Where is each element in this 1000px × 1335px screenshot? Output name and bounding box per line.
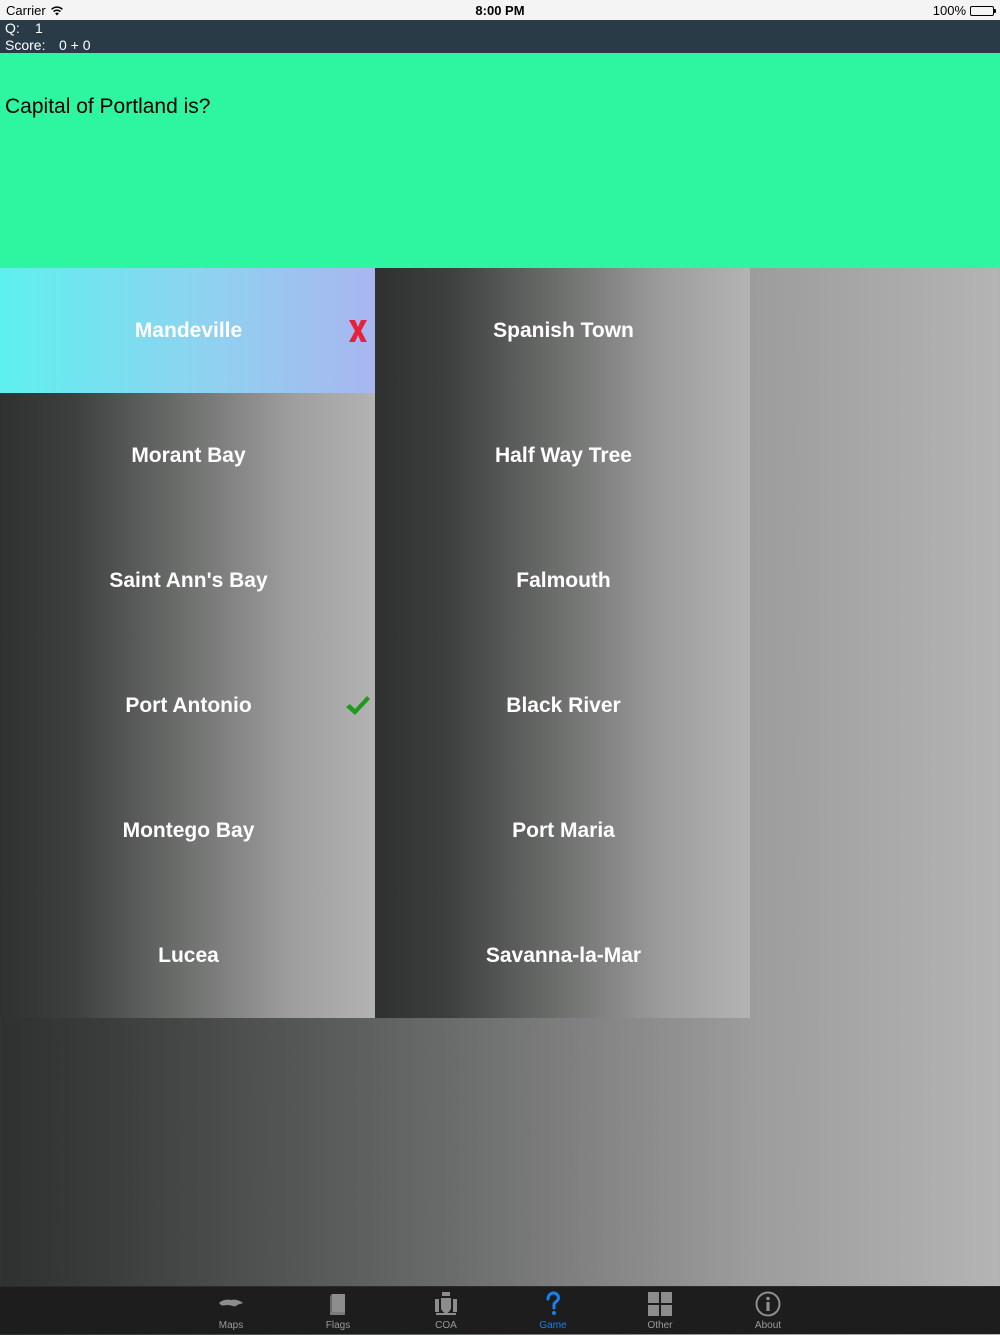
answer-button[interactable]: Morant Bay: [0, 393, 375, 518]
tab-label: Other: [647, 1320, 673, 1331]
answer-button[interactable]: Port Antonio: [0, 643, 375, 768]
answer-button[interactable]: Falmouth: [375, 518, 750, 643]
tab-label: Maps: [218, 1320, 244, 1331]
battery-icon: [970, 5, 996, 16]
tab-coa[interactable]: COA: [406, 1287, 486, 1335]
answer-label: Port Antonio: [125, 693, 252, 717]
question-text: Capital of Portland is?: [5, 95, 211, 118]
score-bar: Q: 1 Score: 0 + 0: [0, 20, 1000, 53]
answer-button[interactable]: Montego Bay: [0, 768, 375, 893]
tab-label: About: [754, 1320, 782, 1331]
answer-button[interactable]: Black River: [375, 643, 750, 768]
score-value: 0 + 0: [59, 37, 91, 53]
tab-about[interactable]: About: [728, 1287, 808, 1335]
info-icon: [755, 1291, 781, 1317]
question-counter-label: Q:: [5, 20, 20, 36]
score-display: Score: 0 + 0: [5, 37, 91, 53]
answer-label: Montego Bay: [122, 818, 255, 842]
tab-other[interactable]: Other: [620, 1287, 700, 1335]
answer-label: Spanish Town: [493, 318, 634, 342]
answer-button[interactable]: Mandeville: [0, 268, 375, 393]
wrong-mark-icon: [349, 319, 367, 342]
question-mark-icon: [546, 1291, 561, 1315]
battery-percent: 100%: [932, 3, 966, 18]
answer-label: Lucea: [158, 943, 219, 967]
flag-icon: [330, 1294, 345, 1315]
tab-game[interactable]: Game: [513, 1287, 593, 1335]
map-icon: [219, 1299, 243, 1307]
answer-label: Saint Ann's Bay: [109, 568, 268, 592]
coat-of-arms-icon: [435, 1292, 457, 1315]
correct-check-icon: [346, 695, 370, 715]
tab-label: Game: [539, 1320, 567, 1331]
question-panel: Capital of Portland is?: [0, 53, 1000, 268]
battery-indicator: 100%: [932, 3, 996, 18]
answer-button[interactable]: Port Maria: [375, 768, 750, 893]
answer-button[interactable]: Spanish Town: [375, 268, 750, 393]
question-counter: Q: 1: [5, 20, 43, 36]
answer-button[interactable]: Lucea: [0, 893, 375, 1018]
answer-label: Half Way Tree: [495, 443, 632, 467]
answer-label: Mandeville: [134, 318, 243, 342]
tab-flags[interactable]: Flags: [298, 1287, 378, 1335]
answer-label: Falmouth: [516, 568, 611, 592]
status-bar: Carrier 8:00 PM 100%: [0, 0, 1000, 20]
answer-grid: Mandeville Spanish Town Morant Bay Half …: [0, 268, 750, 1018]
tab-maps[interactable]: Maps: [191, 1287, 271, 1335]
answer-label: Savanna-la-Mar: [485, 943, 642, 967]
question-counter-value: 1: [35, 20, 43, 36]
tab-label: COA: [435, 1320, 457, 1331]
tab-bar: Maps Flags COA Game Other About: [0, 1286, 1000, 1334]
clock: 8:00 PM: [475, 3, 525, 18]
answer-button[interactable]: Savanna-la-Mar: [375, 893, 750, 1018]
score-label: Score:: [5, 37, 46, 53]
answer-button[interactable]: Saint Ann's Bay: [0, 518, 375, 643]
answer-label: Black River: [506, 693, 621, 717]
answer-button[interactable]: Half Way Tree: [375, 393, 750, 518]
grid-icon: [648, 1292, 672, 1316]
answer-label: Morant Bay: [131, 443, 246, 467]
tab-label: Flags: [325, 1320, 351, 1331]
answer-label: Port Maria: [512, 818, 615, 842]
